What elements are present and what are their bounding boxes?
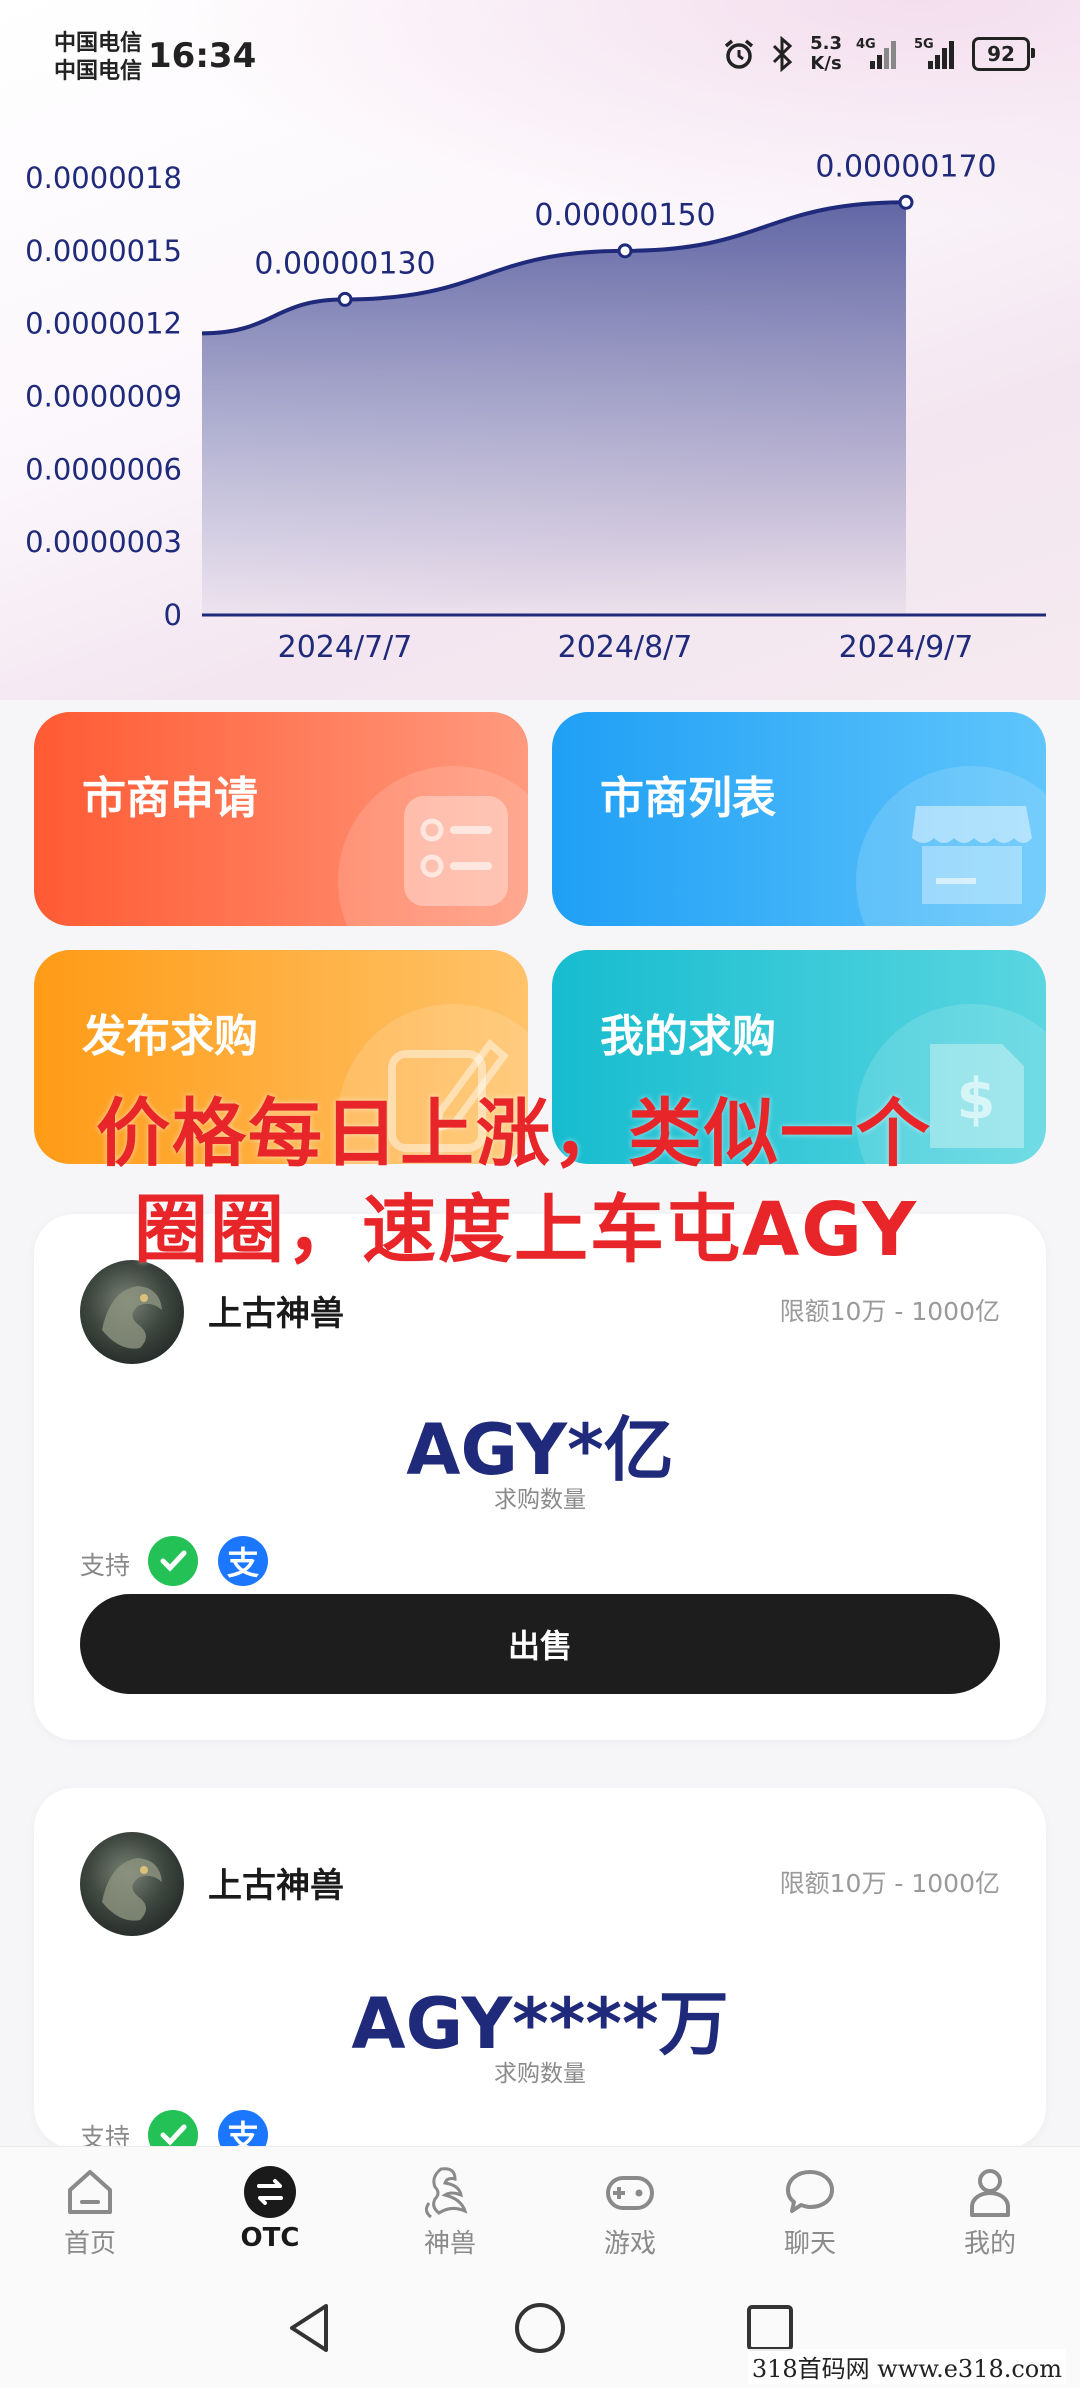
system-navigation-bar: 318首码网 www.e318.com [0, 2266, 1080, 2388]
y-tick-label: 0.0000003 [25, 525, 182, 559]
data-point [617, 243, 633, 259]
data-point [898, 194, 914, 210]
sell-button[interactable]: 出售 [80, 1594, 1000, 1694]
status-icons: 5.3 K/s 4G 5G 92 [722, 33, 1035, 74]
my-buy-label: 我的求购 [600, 1011, 776, 1062]
support-label: 支持 [80, 1551, 131, 1580]
limit-range: 限额10万 - 1000亿 [779, 1869, 1000, 1898]
publish-buy-label: 发布求购 [82, 1011, 258, 1062]
tab-profile[interactable]: 我的 [900, 2147, 1080, 2267]
home-circle-icon[interactable] [512, 2300, 568, 2356]
limit-range: 限额10万 - 1000亿 [779, 1297, 1000, 1326]
bottom-tab-bar: 首页 OTC 神兽 游戏 聊天 我的 [0, 2146, 1080, 2267]
tab-label: 游戏 [603, 2229, 656, 2259]
watermark: 318首码网 www.e318.com [747, 2349, 1066, 2384]
wechat-pay-icon [148, 1536, 198, 1586]
price-chart: 0 0.0000003 0.0000006 0.0000009 0.0000012 0.0… [25, 149, 1046, 665]
clock: 16:34 [148, 36, 257, 76]
buy-amount-label: 求购数量 [494, 2061, 586, 2087]
bluetooth-icon [773, 36, 793, 72]
back-icon[interactable] [282, 2300, 338, 2356]
tab-label: 我的 [963, 2229, 1016, 2259]
data-point [337, 291, 353, 307]
gamepad-icon [606, 2176, 654, 2210]
tab-otc[interactable]: OTC [180, 2147, 360, 2267]
svg-text:$: $ [957, 1067, 996, 1132]
dragon-icon [424, 2167, 468, 2219]
signal-5g: 5G [914, 37, 958, 71]
data-label: 0.00000130 [254, 246, 435, 281]
signal-4g: 4G [856, 37, 900, 71]
promo-line-2: 圈圈，速度上车屯AGY [134, 1187, 918, 1273]
market-list-tile[interactable]: 市商列表 [552, 712, 1046, 926]
tab-label: 神兽 [423, 2229, 476, 2259]
tab-chat[interactable]: 聊天 [720, 2147, 900, 2267]
y-tick-label: 0.0000015 [25, 234, 182, 268]
signal-icon [870, 41, 896, 69]
status-bar: 中国电信 中国电信 16:34 5.3 K/s 4G 5G 92 [0, 0, 1080, 100]
market-list-label: 市商列表 [600, 773, 776, 824]
profile-icon [970, 2169, 1010, 2217]
dragon-avatar-image [102, 1858, 162, 1921]
user-name: 上古神兽 [208, 1294, 344, 1334]
buy-amount-label: 求购数量 [494, 1487, 586, 1513]
y-tick-label: 0.0000006 [25, 452, 182, 486]
tab-home[interactable]: 首页 [0, 2147, 180, 2267]
buy-request-card: 上古神兽 限额10万 - 1000亿 AGY****万 求购数量 支持 支 [34, 1788, 1046, 2160]
network-speed: 5.3 K/s [810, 33, 842, 74]
exchange-icon [244, 2166, 296, 2218]
tab-label: 聊天 [783, 2229, 836, 2259]
storefront-icon [912, 806, 1032, 904]
battery-icon: 92 [972, 37, 1035, 71]
carrier-labels: 中国电信 中国电信 [54, 30, 142, 86]
tab-beast[interactable]: 神兽 [360, 2147, 540, 2267]
user-name: 上古神兽 [208, 1866, 344, 1906]
avatar[interactable] [80, 1832, 184, 1936]
home-icon [68, 2170, 112, 2214]
data-label: 0.00000150 [534, 198, 715, 233]
chat-icon [786, 2170, 834, 2213]
carrier-1: 中国电信 [54, 31, 143, 56]
data-label: 0.00000170 [815, 149, 996, 184]
y-tick-label: 0.0000018 [25, 161, 182, 195]
y-tick-label: 0 [164, 598, 182, 632]
market-apply-label: 市商申请 [82, 773, 258, 824]
recents-icon[interactable] [742, 2300, 798, 2356]
carrier-2: 中国电信 [54, 59, 143, 84]
signal-icon [928, 41, 954, 69]
tab-games[interactable]: 游戏 [540, 2147, 720, 2267]
promo-line-1: 价格每日上涨，类似一个 [96, 1091, 932, 1177]
tab-label: OTC [240, 2223, 300, 2253]
y-tick-label: 0.0000009 [25, 380, 182, 414]
x-tick-label: 2024/8/7 [558, 630, 693, 665]
alipay-icon: 支 [218, 1536, 268, 1586]
market-apply-tile[interactable]: 市商申请 [34, 712, 528, 926]
y-tick-label: 0.0000012 [25, 307, 182, 341]
buy-request-card: 上古神兽 限额10万 - 1000亿 AGY*亿 求购数量 支持 支 出售 [34, 1214, 1046, 1740]
x-tick-label: 2024/7/7 [278, 630, 413, 665]
x-tick-label: 2024/9/7 [839, 630, 974, 665]
form-list-icon [404, 796, 508, 906]
tab-label: 首页 [63, 2229, 116, 2259]
alarm-icon [724, 39, 754, 69]
